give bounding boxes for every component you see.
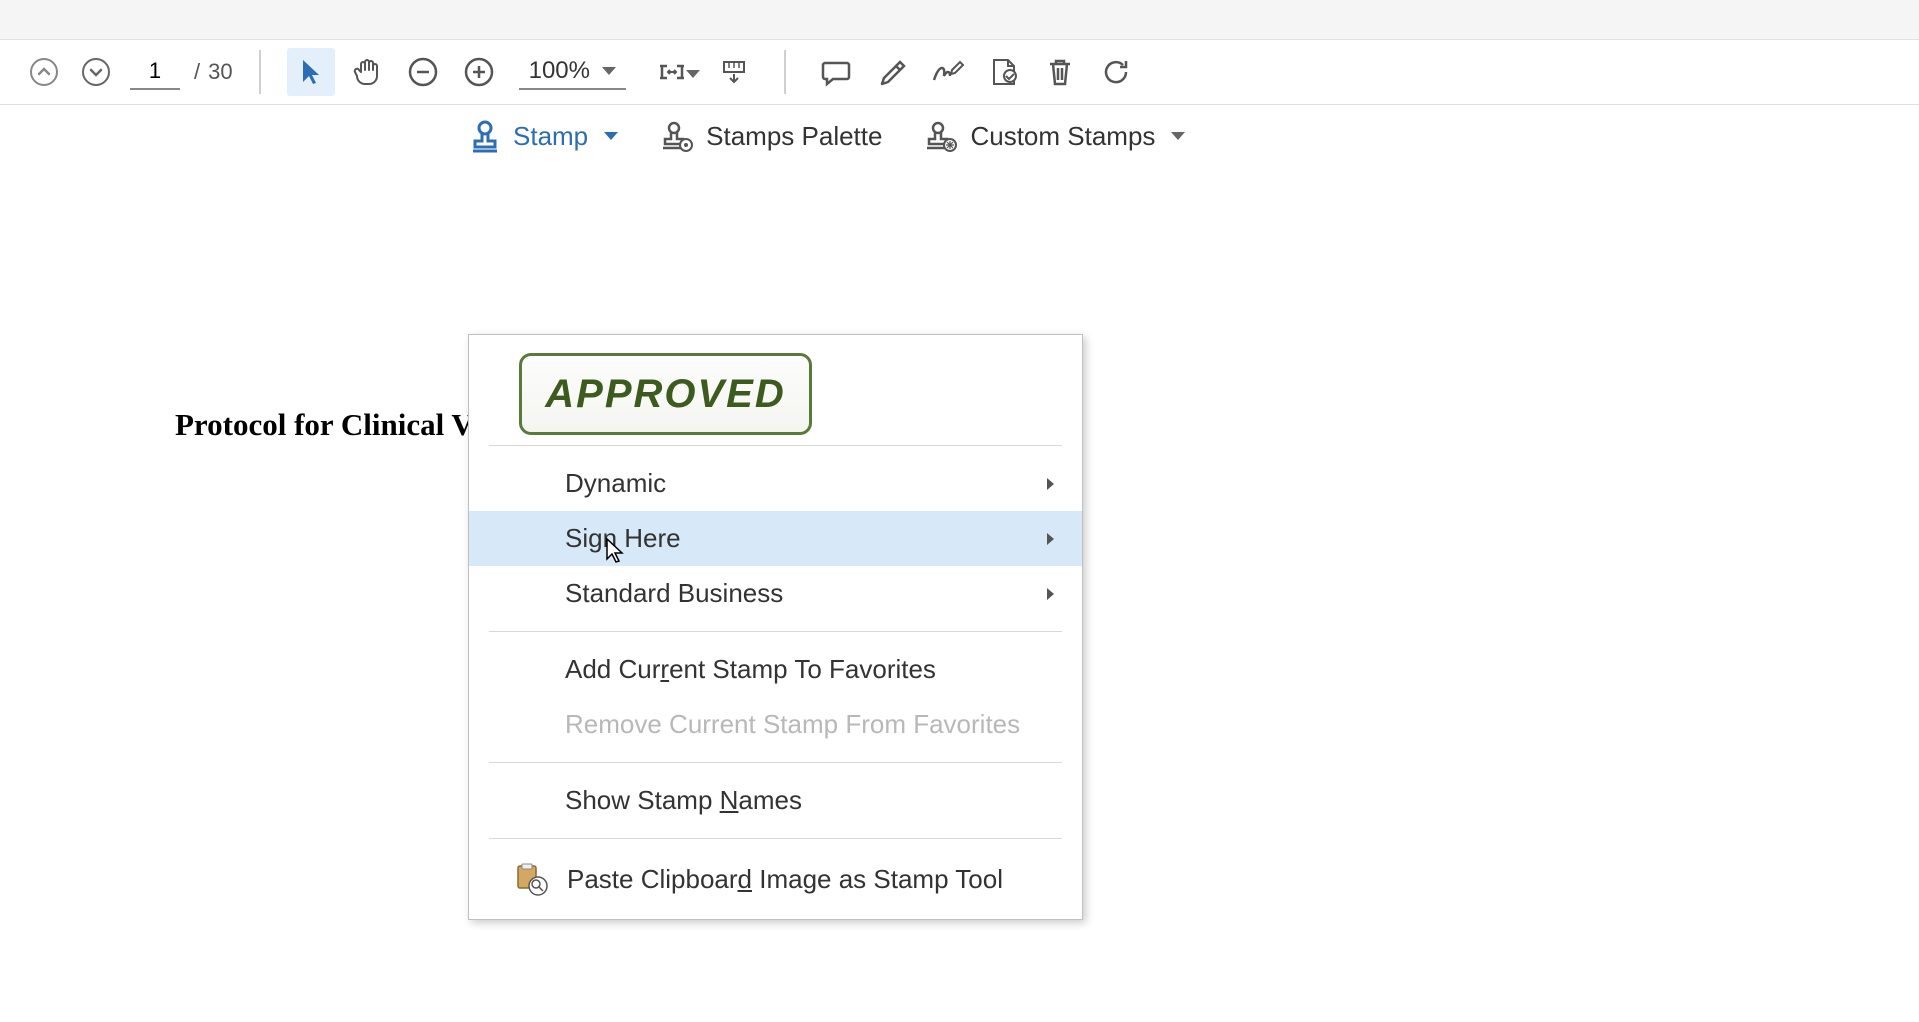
menu-separator <box>489 631 1062 632</box>
fit-width-button[interactable] <box>642 48 702 96</box>
down-arrow-icon <box>81 57 111 87</box>
highlight-button[interactable] <box>868 48 916 96</box>
minus-circle-icon <box>408 57 438 87</box>
menu-item-standard-business[interactable]: Standard Business <box>469 566 1082 621</box>
page-total: 30 <box>208 59 232 85</box>
chevron-right-icon <box>1047 588 1054 600</box>
paste-clipboard-icon <box>513 861 553 897</box>
refresh-button[interactable] <box>1092 48 1140 96</box>
chevron-right-icon <box>1047 533 1054 545</box>
menu-item-add-favorites[interactable]: Add Current Stamp To Favorites <box>469 642 1082 697</box>
menu-item-label: Remove Current Stamp From Favorites <box>565 709 1020 740</box>
edit-pdf-icon <box>988 56 1020 88</box>
menu-item-sign-here[interactable]: Sign Here <box>469 511 1082 566</box>
page-down-button[interactable] <box>72 48 120 96</box>
main-toolbar: / 30 100% <box>0 40 1919 105</box>
zoom-select[interactable]: 100% <box>519 54 626 90</box>
stamp-toolbar: Stamp Stamps Palette Custom Stamps <box>0 105 1919 167</box>
ruler-button[interactable] <box>710 48 758 96</box>
plus-circle-icon <box>464 57 494 87</box>
custom-stamps-label: Custom Stamps <box>970 121 1155 152</box>
highlight-icon <box>876 56 908 88</box>
menu-separator <box>489 838 1062 839</box>
zoom-in-button[interactable] <box>455 48 503 96</box>
menu-item-label: Standard Business <box>565 578 783 609</box>
menu-item-remove-favorites: Remove Current Stamp From Favorites <box>469 697 1082 752</box>
signature-icon <box>930 56 966 88</box>
trash-icon <box>1045 56 1075 88</box>
stamps-palette-icon <box>660 119 694 153</box>
hand-tool-button[interactable] <box>343 48 391 96</box>
chevron-down-icon <box>1171 132 1185 140</box>
zoom-out-button[interactable] <box>399 48 447 96</box>
zoom-value: 100% <box>529 57 590 85</box>
menu-item-label: Show Stamp Names <box>565 785 802 816</box>
menu-separator <box>489 445 1062 446</box>
approved-stamp-label: APPROVED <box>545 372 786 417</box>
menu-item-label: Paste Clipboard Image as Stamp Tool <box>567 864 1003 895</box>
document-area: Protocol for Clinical V APPROVED Dynamic… <box>0 167 1919 443</box>
fit-width-icon <box>656 56 688 88</box>
toolbar-divider <box>259 50 261 94</box>
menu-item-label: Dynamic <box>565 468 666 499</box>
comment-icon <box>820 56 852 88</box>
chevron-down-icon <box>604 132 618 140</box>
page-separator: / <box>194 59 200 85</box>
page-nav-group: / 30 <box>20 48 233 96</box>
delete-button[interactable] <box>1036 48 1084 96</box>
menu-item-show-names[interactable]: Show Stamp Names <box>469 773 1082 828</box>
page-up-button[interactable] <box>20 48 68 96</box>
menu-item-dynamic[interactable]: Dynamic <box>469 456 1082 511</box>
edit-pdf-button[interactable] <box>980 48 1028 96</box>
menu-item-paste-clipboard[interactable]: Paste Clipboard Image as Stamp Tool <box>469 849 1082 909</box>
approved-stamp-preview[interactable]: APPROVED <box>519 353 812 435</box>
up-arrow-icon <box>29 57 59 87</box>
select-arrow-icon <box>297 56 325 88</box>
ruler-icon <box>718 56 750 88</box>
menu-item-label: Add Current Stamp To Favorites <box>565 654 936 685</box>
select-tool-button[interactable] <box>287 48 335 96</box>
custom-stamps-dropdown-button[interactable]: Custom Stamps <box>920 113 1189 159</box>
refresh-icon <box>1101 57 1131 87</box>
stamp-dropdown-button[interactable]: Stamp <box>465 113 622 159</box>
chevron-right-icon <box>1047 478 1054 490</box>
custom-stamps-icon <box>924 119 958 153</box>
comment-button[interactable] <box>812 48 860 96</box>
stamps-palette-label: Stamps Palette <box>706 121 882 152</box>
stamp-label: Stamp <box>513 121 588 152</box>
toolbar-divider <box>784 50 786 94</box>
page-number-input[interactable] <box>130 54 180 90</box>
menu-item-label: Sign Here <box>565 523 681 554</box>
stamp-icon <box>469 119 501 153</box>
signature-button[interactable] <box>924 48 972 96</box>
menu-separator <box>489 762 1062 763</box>
chevron-down-icon <box>686 70 700 78</box>
stamps-palette-button[interactable]: Stamps Palette <box>656 113 886 159</box>
hand-icon <box>351 56 383 88</box>
chevron-down-icon <box>602 67 616 75</box>
stamp-dropdown-menu: APPROVED Dynamic Sign Here Standard Busi… <box>468 334 1083 920</box>
window-chrome <box>0 0 1919 40</box>
